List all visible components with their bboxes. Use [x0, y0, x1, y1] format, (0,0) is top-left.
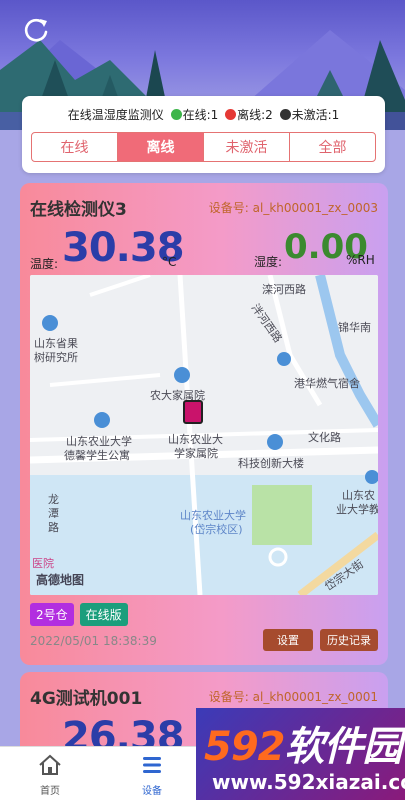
online-count: 在线:1: [182, 108, 219, 122]
tab-online[interactable]: 在线: [32, 133, 118, 161]
watermark-url: www.592xiazai.com: [212, 770, 405, 794]
device-card[interactable]: 在线检测仪3 设备号: al_kh00001_zx_0003 温度: 30.38…: [20, 183, 388, 665]
temperature-label: 温度:: [30, 257, 59, 271]
version-badge: 在线版: [79, 603, 128, 626]
home-icon: [39, 754, 61, 775]
settings-button[interactable]: 设置: [263, 629, 313, 651]
inactive-count: 未激活:1: [291, 108, 340, 122]
tab-offline[interactable]: 离线: [118, 133, 204, 161]
map-label: 树研究所: [34, 351, 78, 364]
nav-devices-label: 设备: [142, 786, 162, 797]
map-label: 路: [48, 521, 59, 534]
tab-all[interactable]: 全部: [290, 133, 375, 161]
status-summary-panel: 在线温湿度监测仪 在线:1 离线:2 未激活:1 在线 离线 未激活 全部: [22, 96, 385, 173]
device-id: 设备号: al_kh00001_zx_0003: [208, 201, 378, 215]
map-label: (岱宗校区): [190, 523, 243, 536]
summary-title: 在线温湿度监测仪: [67, 108, 164, 122]
map-label: 科技创新大楼: [238, 457, 304, 470]
map-label: 锦华南: [338, 321, 371, 334]
map-label: 文化路: [308, 431, 341, 444]
device-list-icon: [143, 757, 161, 773]
online-dot-icon: [170, 109, 182, 120]
device-id: 设备号: al_kh00001_zx_0001: [208, 690, 378, 704]
map-label: 港华燃气宿舍: [294, 377, 360, 390]
offline-count: 离线:2: [237, 108, 273, 122]
temperature-unit: °C: [162, 255, 177, 269]
device-location-map[interactable]: 山东省果 树研究所 农大家属院 山东农业大 学家属院 山东农业大学 德馨学生公寓…: [30, 275, 378, 595]
map-label: 医院: [32, 557, 54, 570]
last-update-time: 2022/05/01 18:38:39: [30, 634, 157, 648]
map-label: 滦河西路: [262, 283, 306, 296]
humidity-unit: %RH: [346, 253, 375, 267]
status-filter-tabs: 在线 离线 未激活 全部: [31, 132, 376, 162]
map-provider-logo: 高德地图: [36, 573, 85, 587]
device-location-pin-icon[interactable]: [183, 400, 203, 424]
inactive-dot-icon: [279, 109, 291, 120]
offline-dot-icon: [225, 109, 237, 120]
tab-inactive[interactable]: 未激活: [204, 133, 290, 161]
device-name: 在线检测仪3: [30, 200, 127, 220]
history-button[interactable]: 历史记录: [320, 629, 378, 651]
map-label: 德馨学生公寓: [64, 449, 130, 462]
device-tags: 2号仓 在线版: [30, 603, 128, 626]
nav-home[interactable]: 首页: [20, 753, 80, 797]
watermark-brand: 592软件园: [204, 724, 403, 770]
map-label: 学家属院: [174, 447, 218, 460]
site-watermark: 592软件园 www.592xiazai.com: [196, 708, 405, 800]
refresh-icon[interactable]: [22, 16, 50, 44]
map-label: 业大学教: [336, 503, 378, 516]
humidity-label: 湿度:: [254, 255, 283, 269]
nav-devices[interactable]: 设备: [122, 753, 182, 797]
nav-home-label: 首页: [40, 786, 60, 797]
warehouse-badge: 2号仓: [30, 603, 74, 626]
device-name: 4G测试机001: [30, 689, 143, 709]
status-summary-line: 在线温湿度监测仪 在线:1 离线:2 未激活:1: [22, 106, 385, 123]
